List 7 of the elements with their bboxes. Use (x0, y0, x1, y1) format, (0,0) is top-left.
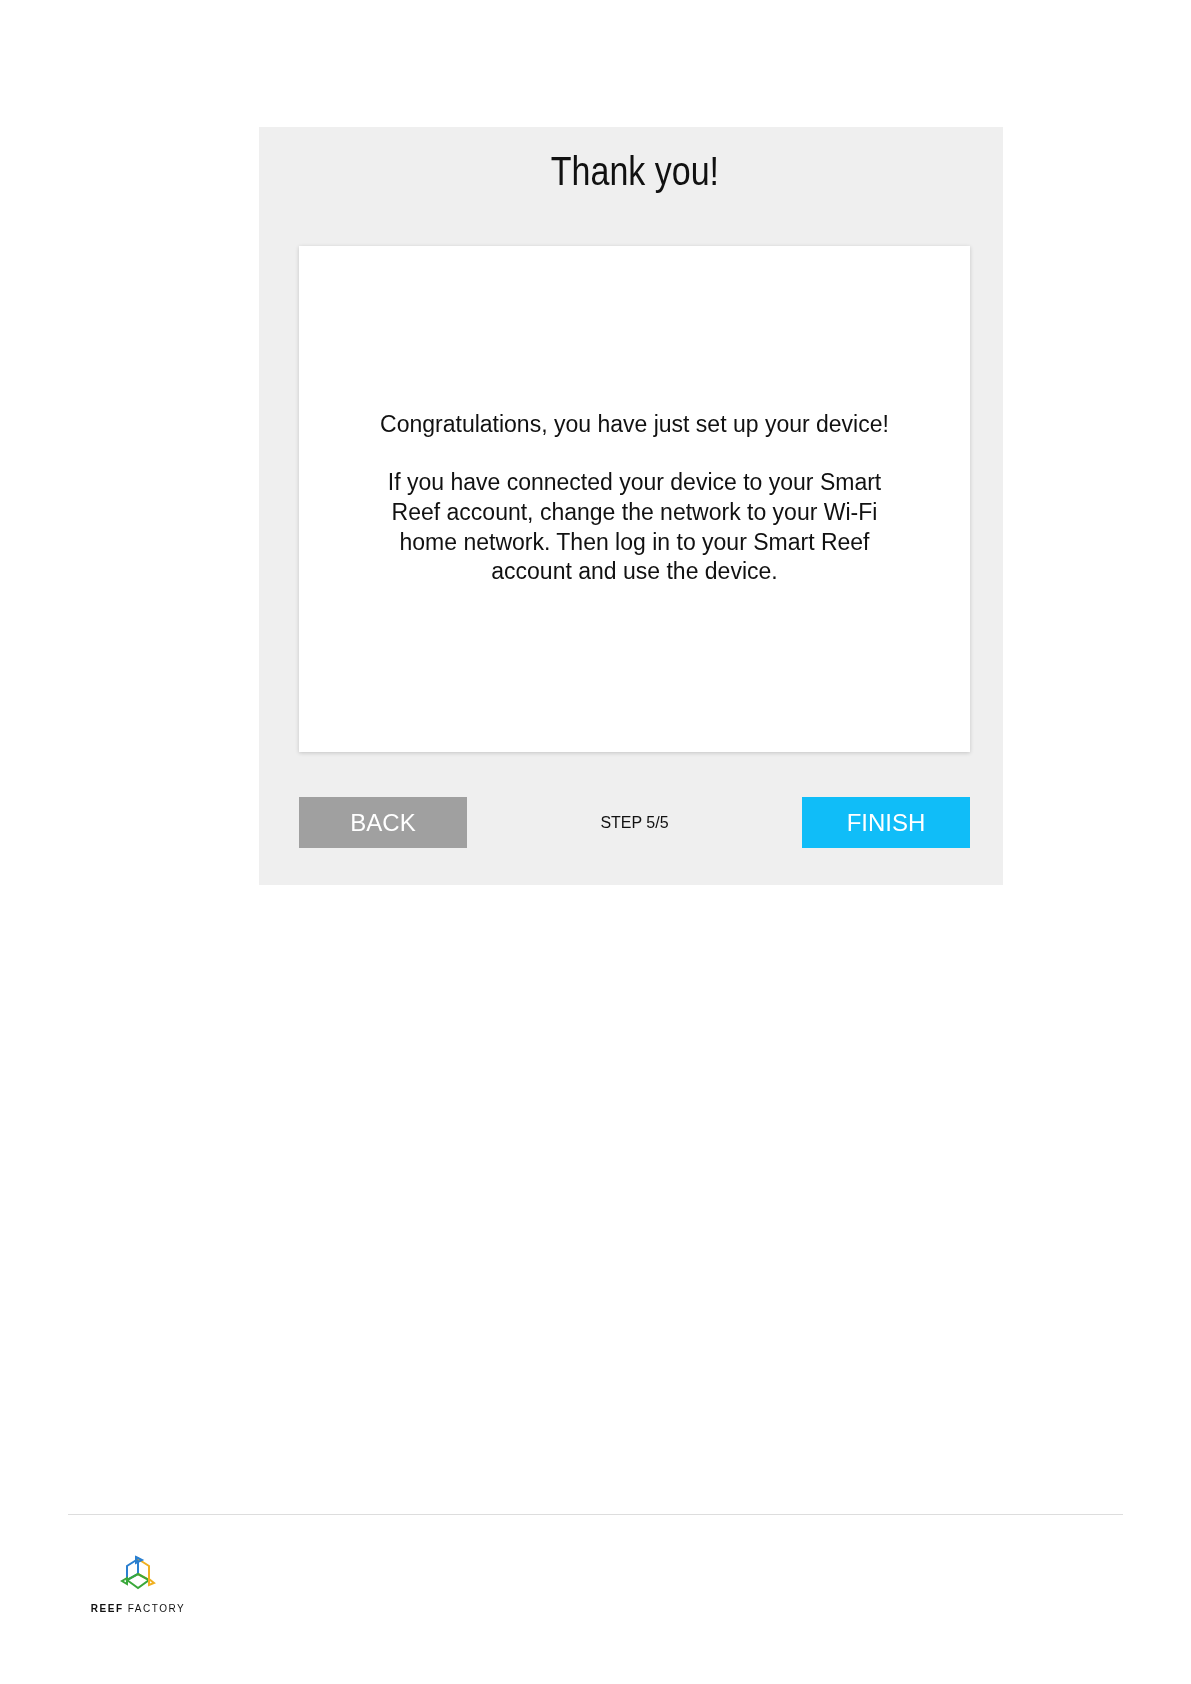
logo-wordmark: REEF FACTORY (90, 1603, 186, 1614)
dialog-title: Thank you! (550, 149, 719, 194)
message-text: Congratulations, you have just set up your device! (380, 410, 889, 438)
details-text: If you have connected your device to your Smart Reef account, change the network to your Wi-Fi home network. Then log in to your Smart Reef account and use the device. (386, 467, 883, 587)
finish-button[interactable]: FINISH (802, 797, 970, 848)
step-indicator: STEP 5/5 (600, 813, 669, 832)
back-button[interactable]: BACK (299, 797, 467, 848)
